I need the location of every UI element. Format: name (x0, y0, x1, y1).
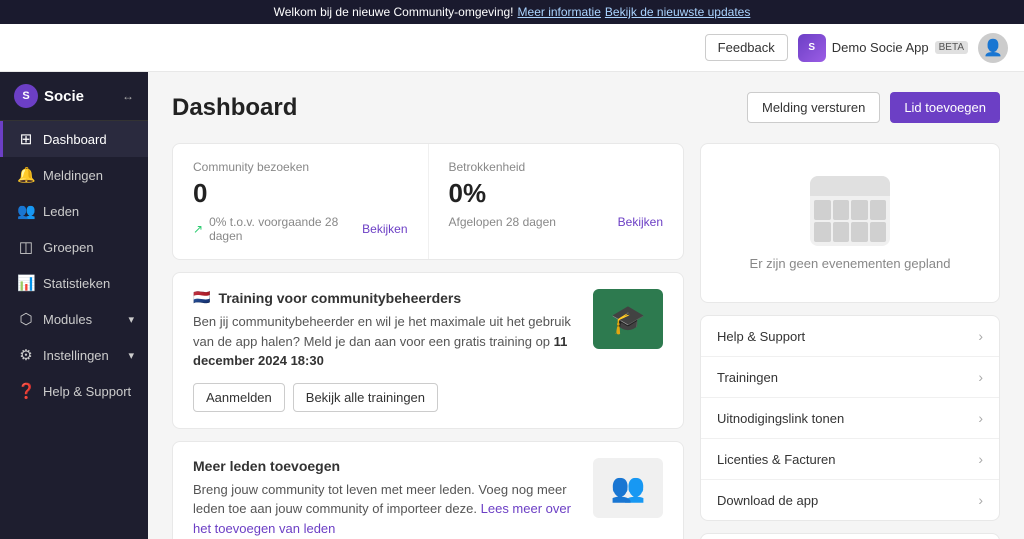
community-value: 0 (193, 178, 408, 209)
social-linkedin[interactable]: in Volg Socie op Linkedin › (701, 534, 999, 539)
sidebar-label-groepen: Groepen (43, 240, 94, 255)
community-label: Community bezoeken (193, 160, 408, 174)
link-licenties[interactable]: Licenties & Facturen › (701, 439, 999, 480)
betrokkenheid-value: 0% (449, 178, 664, 209)
members-desc: Breng jouw community tot leven met meer … (193, 480, 577, 539)
sidebar: S Socie ↔ ⊞ Dashboard 🔔 Meldingen 👥 Lede… (0, 72, 148, 539)
members-title: Meer leden toevoegen (193, 458, 577, 474)
training-image: 🎓 (593, 289, 663, 349)
link-uitnodigingslink[interactable]: Uitnodigingslink tonen › (701, 398, 999, 439)
help-icon: ❓ (17, 382, 35, 400)
sidebar-label-meldingen: Meldingen (43, 168, 103, 183)
community-trend: 0% t.o.v. voorgaande 28 dagen (209, 215, 356, 243)
members-info: Meer leden toevoegen Breng jouw communit… (193, 458, 577, 539)
stat-community: Community bezoeken 0 ↗ 0% t.o.v. voorgaa… (173, 144, 429, 259)
sidebar-label-modules: Modules (43, 312, 92, 327)
events-card: Er zijn geen evenementen gepland (700, 143, 1000, 303)
layout: S Socie ↔ ⊞ Dashboard 🔔 Meldingen 👥 Lede… (0, 72, 1024, 539)
app-icon: S (798, 34, 826, 62)
sidebar-item-instellingen[interactable]: ⚙ Instellingen ▾ (0, 337, 148, 373)
link-trainingen[interactable]: Trainingen › (701, 357, 999, 398)
sidebar-label-help: Help & Support (43, 384, 131, 399)
demo-badge: S Demo Socie App BETA (798, 34, 968, 62)
right-panel: Er zijn geen evenementen gepland Help & … (700, 143, 1000, 539)
demo-label: Demo Socie App (832, 40, 929, 55)
events-empty-text: Er zijn geen evenementen gepland (750, 256, 951, 271)
training-title-text: Training voor communitybeheerders (218, 290, 461, 306)
sidebar-item-help[interactable]: ❓ Help & Support (0, 373, 148, 409)
sidebar-label-leden: Leden (43, 204, 79, 219)
training-info: 🇳🇱 Training voor communitybeheerders Ben… (193, 289, 577, 412)
betrokkenheid-sub: Afgelopen 28 dagen (449, 215, 556, 229)
link-help-support[interactable]: Help & Support › (701, 316, 999, 357)
dashboard-icon: ⊞ (17, 130, 35, 148)
stat-betrokkenheid: Betrokkenheid 0% Afgelopen 28 dagen Beki… (429, 144, 684, 259)
sidebar-item-leden[interactable]: 👥 Leden (0, 193, 148, 229)
members-card: Meer leden toevoegen Breng jouw communit… (172, 441, 684, 539)
instellingen-icon: ⚙ (17, 346, 35, 364)
sidebar-item-dashboard[interactable]: ⊞ Dashboard (0, 121, 148, 157)
modules-icon: ⬡ (17, 310, 35, 328)
top-bar: Welkom bij de nieuwe Community-omgeving!… (0, 0, 1024, 24)
members-image: 👥 (593, 458, 663, 518)
statistieken-icon: 📊 (17, 274, 35, 292)
logo-text: Socie (44, 88, 84, 105)
logo-icon: S (14, 84, 38, 108)
expand-sidebar-icon[interactable]: ↔ (122, 89, 134, 103)
betrokkenheid-footer: Afgelopen 28 dagen Bekijken (449, 215, 664, 229)
left-column: Community bezoeken 0 ↗ 0% t.o.v. voorgaa… (172, 143, 684, 539)
community-footer: ↗ 0% t.o.v. voorgaande 28 dagen Bekijken (193, 215, 408, 243)
sidebar-label-statistieken: Statistieken (43, 276, 110, 291)
training-card: 🇳🇱 Training voor communitybeheerders Ben… (172, 272, 684, 429)
page-header: Dashboard Melding versturen Lid toevoege… (172, 92, 1000, 123)
chevron-right-icon-2: › (978, 369, 983, 385)
sidebar-item-modules[interactable]: ⬡ Modules ▾ (0, 301, 148, 337)
meldingen-icon: 🔔 (17, 166, 35, 184)
link-download-app[interactable]: Download de app › (701, 480, 999, 520)
topbar-link1[interactable]: Meer informatie (518, 5, 601, 19)
page-actions: Melding versturen Lid toevoegen (747, 92, 1000, 123)
user-avatar[interactable]: 👤 (978, 33, 1008, 63)
social-card: in Volg Socie op Linkedin › ◉ Volg Socie… (700, 533, 1000, 539)
sidebar-label-dashboard: Dashboard (43, 132, 107, 147)
training-flag: 🇳🇱 (193, 289, 210, 306)
topbar-message: Welkom bij de nieuwe Community-omgeving! (274, 5, 514, 19)
calendar-illustration (810, 176, 890, 246)
betrokkenheid-label: Betrokkenheid (449, 160, 664, 174)
main-content: Dashboard Melding versturen Lid toevoege… (148, 72, 1024, 539)
chevron-right-icon: › (978, 328, 983, 344)
stats-card: Community bezoeken 0 ↗ 0% t.o.v. voorgaa… (172, 143, 684, 260)
chevron-right-icon-4: › (978, 451, 983, 467)
header: Feedback S Demo Socie App BETA 👤 (0, 24, 1024, 72)
chevron-right-icon-5: › (978, 492, 983, 508)
training-actions: Aanmelden Bekijk alle trainingen (193, 383, 577, 412)
links-card: Help & Support › Trainingen › Uitnodigin… (700, 315, 1000, 521)
bekijk-trainingen-button[interactable]: Bekijk alle trainingen (293, 383, 438, 412)
sidebar-item-groepen[interactable]: ◫ Groepen (0, 229, 148, 265)
sidebar-logo: S Socie ↔ (0, 72, 148, 121)
groepen-icon: ◫ (17, 238, 35, 256)
melding-button[interactable]: Melding versturen (747, 92, 880, 123)
sidebar-item-meldingen[interactable]: 🔔 Meldingen (0, 157, 148, 193)
trend-icon: ↗ (193, 222, 203, 236)
community-bekijken[interactable]: Bekijken (362, 222, 407, 236)
chevron-down-icon-2: ▾ (128, 349, 134, 362)
content-grid: Community bezoeken 0 ↗ 0% t.o.v. voorgaa… (172, 143, 1000, 539)
training-title: 🇳🇱 Training voor communitybeheerders (193, 289, 577, 306)
aanmelden-button[interactable]: Aanmelden (193, 383, 285, 412)
training-desc: Ben jij communitybeheerder en wil je het… (193, 312, 577, 371)
sidebar-label-instellingen: Instellingen (43, 348, 109, 363)
leden-icon: 👥 (17, 202, 35, 220)
chevron-right-icon-3: › (978, 410, 983, 426)
feedback-button[interactable]: Feedback (705, 34, 788, 61)
chevron-down-icon: ▾ (128, 313, 134, 326)
sidebar-item-statistieken[interactable]: 📊 Statistieken (0, 265, 148, 301)
topbar-link2[interactable]: Bekijk de nieuwste updates (605, 5, 750, 19)
beta-tag: BETA (935, 41, 968, 54)
betrokkenheid-bekijken[interactable]: Bekijken (618, 215, 663, 229)
page-title: Dashboard (172, 94, 297, 122)
lid-toevoegen-button[interactable]: Lid toevoegen (890, 92, 1000, 123)
